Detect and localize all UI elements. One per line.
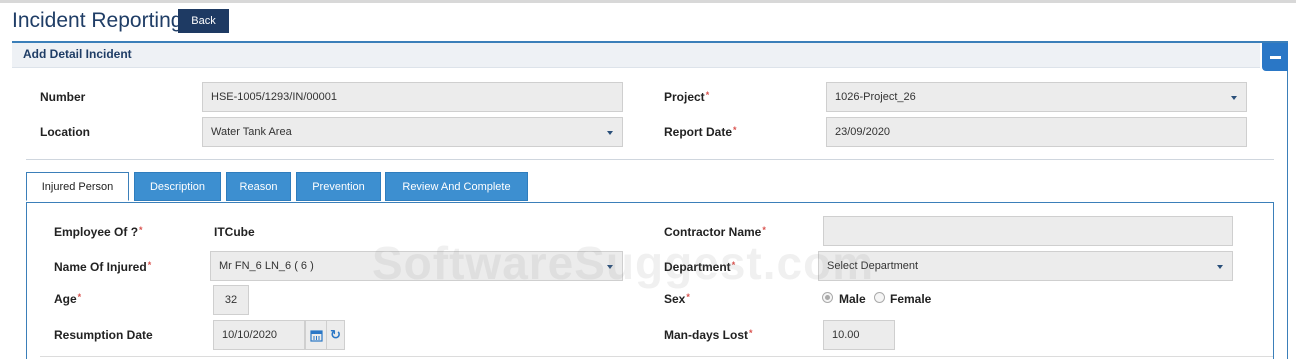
age-label: Age*: [54, 292, 82, 306]
calendar-button[interactable]: [305, 320, 327, 350]
resumption-date-field[interactable]: 10/10/2020: [213, 320, 305, 350]
man-days-lost-field[interactable]: 10.00: [823, 320, 895, 350]
number-label: Number: [40, 90, 86, 104]
report-date-label: Report Date*: [664, 125, 737, 139]
man-days-lost-label: Man-days Lost*: [664, 328, 753, 342]
collapse-button[interactable]: [1262, 43, 1288, 71]
minus-icon: [1269, 55, 1281, 59]
tab-reason[interactable]: Reason: [226, 172, 291, 201]
tab-description[interactable]: Description: [134, 172, 221, 201]
project-label: Project*: [664, 90, 710, 104]
number-field[interactable]: HSE-1005/1293/IN/00001: [202, 82, 623, 112]
chevron-down-icon: [1217, 265, 1223, 269]
contractor-name-label: Contractor Name*: [664, 225, 766, 239]
name-of-injured-select[interactable]: Mr FN_6 LN_6 ( 6 ): [210, 251, 623, 281]
back-button[interactable]: Back: [178, 9, 229, 33]
chevron-down-icon: [1231, 96, 1237, 100]
report-date-field[interactable]: 23/09/2020: [826, 117, 1247, 147]
name-of-injured-label: Name Of Injured*: [54, 260, 152, 274]
page-title: Incident Reporting: [12, 9, 183, 32]
calendar-icon: [309, 329, 323, 342]
project-select[interactable]: 1026-Project_26: [826, 82, 1247, 112]
resumption-date-label: Resumption Date: [54, 328, 153, 342]
employee-of-label: Employee Of ?*: [54, 225, 143, 239]
tab-prevention[interactable]: Prevention: [296, 172, 381, 201]
sex-male-radio[interactable]: [822, 292, 833, 303]
department-label: Department*: [664, 260, 736, 274]
sex-female-label: Female: [890, 292, 932, 306]
row-divider: [40, 356, 1273, 357]
contractor-name-field[interactable]: [823, 216, 1233, 246]
chevron-down-icon: [607, 131, 613, 135]
employee-of-value: ITCube: [214, 225, 255, 239]
sex-label: Sex*: [664, 292, 690, 306]
top-border: [0, 0, 1296, 3]
refresh-icon: ↻: [330, 327, 341, 342]
panel-right-border: [1287, 71, 1288, 359]
refresh-button[interactable]: ↻: [326, 320, 345, 350]
location-label: Location: [40, 125, 90, 139]
tab-review-and-complete[interactable]: Review And Complete: [385, 172, 528, 201]
location-select[interactable]: Water Tank Area: [202, 117, 623, 147]
sex-male-label: Male: [839, 292, 866, 306]
panel-title: Add Detail Incident: [23, 47, 132, 61]
panel-header: Add Detail Incident: [12, 43, 1260, 68]
section-divider: [26, 159, 1274, 160]
department-select[interactable]: Select Department: [818, 251, 1233, 281]
age-field[interactable]: 32: [213, 285, 249, 315]
chevron-down-icon: [607, 265, 613, 269]
sex-female-radio[interactable]: [874, 292, 885, 303]
tab-injured-person[interactable]: Injured Person: [26, 172, 129, 201]
